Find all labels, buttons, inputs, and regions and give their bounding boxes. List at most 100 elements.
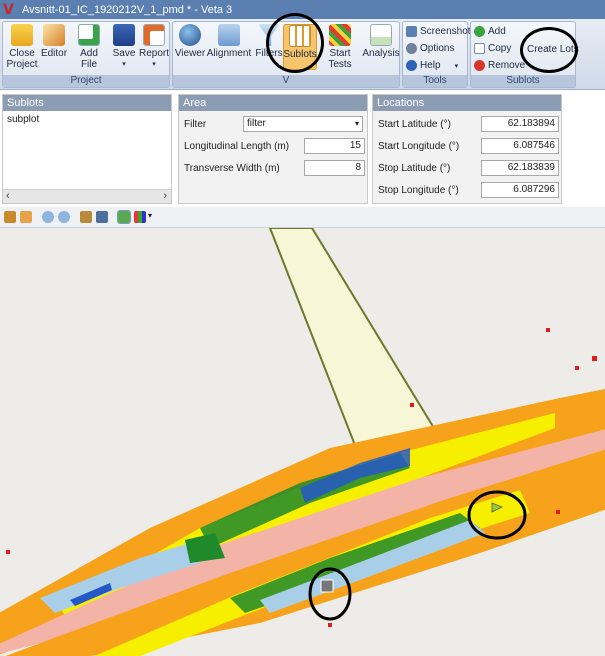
viewer-label: Viewer (174, 48, 206, 59)
pan-icon[interactable] (20, 211, 32, 223)
locations-panel: Locations Start Latitude (°) 62.183894 S… (372, 94, 562, 204)
transverse-width-input[interactable]: 8 (304, 160, 365, 176)
report-button[interactable]: Report ▾ (139, 24, 169, 70)
color-scale-icon[interactable] (134, 211, 146, 223)
copy-label: Copy (488, 43, 512, 54)
start-tests-button[interactable]: Start Tests (319, 24, 361, 70)
report-dropdown-icon[interactable]: ▾ (152, 59, 156, 70)
remove-icon (474, 60, 485, 71)
start-tests-label: Start Tests (328, 48, 352, 70)
sublots-panel-title: Sublots (3, 95, 171, 111)
ribbon-group-project-label: Project (3, 75, 169, 87)
add-file-icon (78, 24, 100, 46)
scroll-left-icon[interactable]: ‹ (6, 190, 10, 202)
chevron-down-icon: ▾ (354, 119, 359, 128)
longitudinal-length-label: Longitudinal Length (m) (184, 141, 290, 152)
add-label: Add (488, 26, 506, 37)
start-longitude-label: Start Longitude (°) (378, 141, 460, 152)
stop-latitude-input[interactable]: 62.183839 (481, 160, 559, 176)
viewer-button[interactable]: Viewer (175, 24, 205, 59)
app-logo-icon: V (3, 1, 14, 18)
add-icon (474, 26, 485, 37)
filter-select-value: filter (247, 118, 266, 129)
stop-longitude-label: Stop Longitude (°) (378, 185, 459, 196)
red-point (410, 403, 414, 407)
report-icon (143, 24, 165, 46)
red-point (575, 366, 579, 370)
reference-lane (268, 228, 442, 460)
map-canvas[interactable] (0, 228, 605, 656)
longitudinal-length-input[interactable]: 15 (304, 138, 365, 154)
filter-select[interactable]: filter ▾ (243, 116, 363, 132)
close-project-label: Close Project (6, 48, 38, 70)
red-point (556, 510, 560, 514)
map-viewport[interactable] (0, 228, 605, 656)
export-icon[interactable] (96, 211, 108, 223)
alignment-button[interactable]: Alignment (207, 24, 251, 59)
zoom-out-icon[interactable] (42, 211, 54, 223)
ribbon-group-tools: Screenshot Options Help ▾ Tools (402, 21, 471, 88)
folder-close-icon (11, 24, 33, 46)
start-longitude-input[interactable]: 6.087546 (481, 138, 559, 154)
locations-panel-title: Locations (373, 95, 561, 111)
globe-icon (179, 24, 201, 46)
layers-icon[interactable] (80, 211, 92, 223)
start-latitude-input[interactable]: 62.183894 (481, 116, 559, 132)
report-label: Report (139, 48, 170, 59)
add-button[interactable]: Add (474, 26, 506, 37)
editor-icon (43, 24, 65, 46)
add-file-button[interactable]: Add File (71, 24, 107, 70)
save-label: Save (112, 48, 136, 59)
home-icon[interactable] (4, 211, 16, 223)
analysis-icon (370, 24, 392, 46)
copy-button[interactable]: Copy (474, 43, 511, 54)
ribbon-group-tools-label: Tools (403, 75, 467, 87)
sublots-panel: Sublots subplot ‹ › (2, 94, 172, 204)
editor-label: Editor (40, 48, 68, 59)
scroll-right-icon[interactable]: › (163, 190, 167, 202)
save-icon (113, 24, 135, 46)
ribbon-group-sublots-label: Sublots (471, 75, 575, 87)
red-point (592, 356, 597, 361)
close-project-button[interactable]: Close Project (6, 24, 38, 70)
remove-label: Remove (488, 60, 526, 71)
grid-icon[interactable] (117, 210, 131, 224)
screenshot-button[interactable]: Screenshot (406, 26, 471, 37)
analysis-button[interactable]: Analysis (362, 24, 400, 59)
red-point (6, 550, 10, 554)
color-scale-dropdown-icon[interactable]: ▾ (148, 211, 152, 220)
add-file-label: Add File (80, 48, 98, 70)
remove-button[interactable]: Remove (474, 60, 525, 71)
help-button[interactable]: Help ▾ (406, 60, 458, 71)
area-panel-title: Area (179, 95, 367, 111)
editor-button[interactable]: Editor (39, 24, 69, 59)
red-point (328, 623, 332, 627)
analysis-label: Analysis (362, 48, 400, 59)
map-toolbar: ▾ (0, 207, 605, 228)
help-dropdown-icon[interactable]: ▾ (455, 62, 459, 70)
help-label: Help (420, 60, 441, 71)
horizontal-scrollbar[interactable]: ‹ › (3, 189, 171, 203)
stop-longitude-input[interactable]: 6.087296 (481, 182, 559, 198)
ribbon-group-project: Close Project Editor Add File Save ▾ Rep… (2, 21, 170, 88)
start-tests-icon (329, 24, 351, 46)
stop-latitude-label: Stop Latitude (°) (378, 163, 451, 174)
options-button[interactable]: Options (406, 43, 454, 54)
start-latitude-label: Start Latitude (°) (378, 119, 451, 130)
screenshot-label: Screenshot (420, 26, 471, 37)
help-icon (406, 60, 417, 71)
zoom-in-icon[interactable] (58, 211, 70, 223)
red-point (546, 328, 550, 332)
copy-icon (474, 43, 485, 54)
options-icon (406, 43, 417, 54)
alignment-icon (218, 24, 240, 46)
screenshot-icon (406, 26, 417, 37)
ribbon-group-view-label: V (173, 75, 399, 87)
annotation-circle-sublots (266, 13, 324, 73)
alignment-label: Alignment (206, 48, 252, 59)
sublot-list-item[interactable]: subplot (7, 114, 39, 125)
filter-label: Filter (184, 119, 207, 130)
start-marker-icon[interactable] (320, 579, 334, 593)
save-dropdown-icon[interactable]: ▾ (122, 59, 126, 70)
save-button[interactable]: Save ▾ (111, 24, 137, 70)
